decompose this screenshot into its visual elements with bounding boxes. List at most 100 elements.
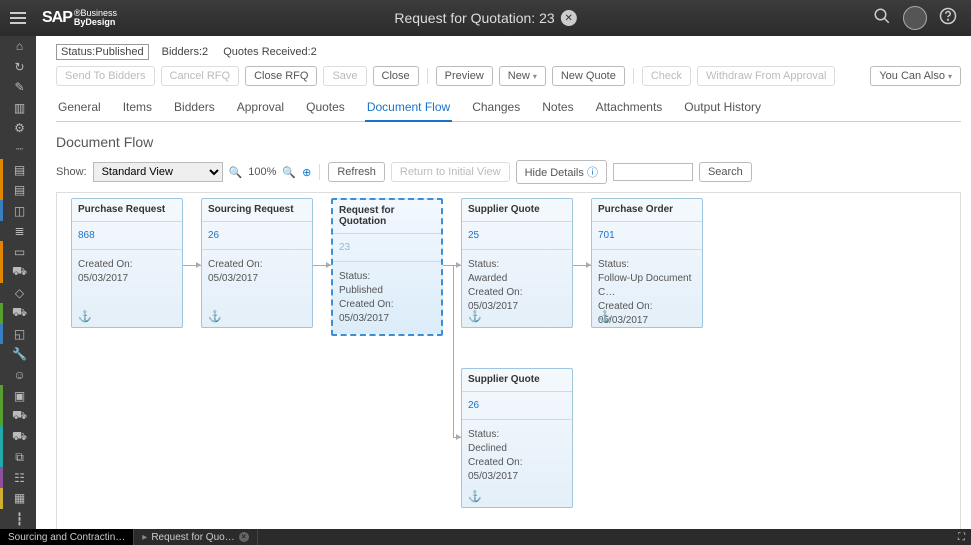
you-can-also-button[interactable]: You Can Also — [870, 66, 961, 86]
flow-arrow — [183, 265, 203, 266]
rail-calendar-icon[interactable]: ▦ — [0, 488, 36, 509]
node-title: Purchase Request — [72, 199, 182, 217]
rail-settings-icon[interactable]: ⚙ — [0, 118, 36, 139]
rail-truck4-icon[interactable]: ⛟ — [0, 426, 36, 447]
tab-document-flow[interactable]: Document Flow — [365, 94, 452, 122]
refresh-button[interactable]: Refresh — [328, 162, 385, 182]
rail-wrench-icon[interactable]: 🔧 — [0, 344, 36, 365]
footer-taskbar: Sourcing and Contractin… ▸ Request for Q… — [0, 529, 971, 545]
node-purchase-order[interactable]: Purchase Order 701 Status: Follow-Up Doc… — [591, 198, 703, 328]
rail-doc2-icon[interactable]: ▤ — [0, 180, 36, 201]
node-title: Sourcing Request — [202, 199, 312, 217]
hide-details-button[interactable]: Hide Details ⓘ — [516, 160, 607, 184]
node-title: Request for Quotation — [333, 200, 441, 229]
rail-box-icon[interactable]: ◫ — [0, 200, 36, 221]
rail-refresh-icon[interactable]: ↻ — [0, 57, 36, 78]
close-button[interactable]: Close — [373, 66, 419, 86]
rail-truck2-icon[interactable]: ⛟ — [0, 303, 36, 324]
zoom-out-icon[interactable]: 🔍 — [282, 166, 296, 179]
created-label: Created On: — [339, 298, 435, 312]
bidders-info: Bidders:2 — [162, 46, 208, 58]
created-value: 05/03/2017 — [208, 272, 306, 286]
expand-icon[interactable]: ⛶ — [952, 532, 971, 543]
anchor-icon[interactable]: ⚓ — [78, 310, 92, 323]
rail-person-icon[interactable]: ☺ — [0, 365, 36, 386]
check-button[interactable]: Check — [642, 66, 691, 86]
tab-quotes[interactable]: Quotes — [304, 94, 347, 121]
close-rfq-button[interactable]: Close RFQ — [245, 66, 317, 86]
node-supplier-quote-2[interactable]: Supplier Quote 26 Status: Declined Creat… — [461, 368, 573, 508]
anchor-icon[interactable]: ⚓ — [468, 310, 482, 323]
rail-doc1-icon[interactable]: ▤ — [0, 159, 36, 180]
view-select[interactable]: Standard View — [93, 162, 223, 182]
tab-attachments[interactable]: Attachments — [594, 94, 665, 121]
rail-cube-icon[interactable]: ◱ — [0, 324, 36, 345]
rail-graph-icon[interactable]: ┈ — [0, 139, 36, 160]
save-button[interactable]: Save — [323, 66, 366, 86]
close-task-icon[interactable]: ✕ — [239, 532, 249, 542]
avatar[interactable] — [903, 6, 927, 30]
node-title: Supplier Quote — [462, 199, 572, 217]
rail-copy-icon[interactable]: ⧉ — [0, 447, 36, 468]
help-icon[interactable] — [939, 7, 957, 30]
close-icon[interactable]: ✕ — [561, 10, 577, 26]
flow-toolbar: Show: Standard View 🔍 100% 🔍 ⊕ Refresh R… — [56, 158, 961, 192]
created-label: Created On: — [78, 258, 176, 272]
rail-box2-icon[interactable]: ▣ — [0, 385, 36, 406]
anchor-icon[interactable]: ⚓ — [468, 490, 482, 503]
return-initial-button[interactable]: Return to Initial View — [391, 162, 510, 182]
new-button[interactable]: New — [499, 66, 546, 86]
node-sourcing-request[interactable]: Sourcing Request 26 Created On: 05/03/20… — [201, 198, 313, 328]
node-link[interactable]: 26 — [202, 226, 312, 245]
status-value: Awarded — [468, 272, 566, 286]
rail-more-icon[interactable]: ┇ — [0, 509, 36, 530]
status-chip: Status:Published — [56, 44, 149, 60]
flow-search-input[interactable] — [613, 163, 693, 181]
tab-notes[interactable]: Notes — [540, 94, 575, 121]
app-header: SAP ®BusinessByDesign Request for Quotat… — [0, 0, 971, 36]
tab-general[interactable]: General — [56, 94, 103, 121]
separator — [633, 68, 634, 84]
node-link[interactable]: 701 — [592, 226, 702, 245]
status-label: Status: — [339, 270, 435, 284]
rail-list-icon[interactable]: ≣ — [0, 221, 36, 242]
search-icon[interactable] — [873, 7, 891, 30]
node-purchase-request[interactable]: Purchase Request 868 Created On: 05/03/2… — [71, 198, 183, 328]
tab-approval[interactable]: Approval — [235, 94, 286, 121]
rail-truck1-icon[interactable]: ⛟ — [0, 262, 36, 283]
send-to-bidders-button[interactable]: Send To Bidders — [56, 66, 155, 86]
page-title: Request for Quotation: 23 — [394, 10, 554, 26]
tab-items[interactable]: Items — [121, 94, 154, 121]
node-link[interactable]: 23 — [333, 238, 441, 257]
rail-tools-icon[interactable]: ✎ — [0, 77, 36, 98]
tabs: General Items Bidders Approval Quotes Do… — [56, 94, 961, 122]
node-supplier-quote-1[interactable]: Supplier Quote 25 Status: Awarded Create… — [461, 198, 573, 328]
node-request-for-quotation[interactable]: Request for Quotation 23 Status: Publish… — [331, 198, 443, 336]
menu-icon[interactable] — [0, 0, 36, 36]
anchor-icon[interactable]: ⚓ — [598, 310, 612, 323]
rail-card-icon[interactable]: ▭ — [0, 241, 36, 262]
task-rfq[interactable]: ▸ Request for Quo… ✕ — [134, 529, 257, 545]
node-link[interactable]: 26 — [462, 396, 572, 415]
node-link[interactable]: 868 — [72, 226, 182, 245]
fit-icon[interactable]: ⊕ — [302, 166, 311, 179]
tab-changes[interactable]: Changes — [470, 94, 522, 121]
new-quote-button[interactable]: New Quote — [552, 66, 625, 86]
flow-search-button[interactable]: Search — [699, 162, 752, 182]
tab-bidders[interactable]: Bidders — [172, 94, 217, 121]
anchor-icon[interactable]: ⚓ — [208, 310, 222, 323]
task-sourcing[interactable]: Sourcing and Contractin… — [0, 529, 134, 545]
rail-truck3-icon[interactable]: ⛟ — [0, 406, 36, 427]
zoom-in-icon[interactable]: 🔍 — [229, 166, 243, 179]
tab-output-history[interactable]: Output History — [682, 94, 763, 121]
status-value: Follow-Up Document C… — [598, 272, 696, 300]
rail-people-icon[interactable]: ☷ — [0, 467, 36, 488]
cancel-rfq-button[interactable]: Cancel RFQ — [161, 66, 240, 86]
rail-chart-icon[interactable]: ▥ — [0, 98, 36, 119]
rail-flow-icon[interactable]: ◇ — [0, 283, 36, 304]
withdraw-button[interactable]: Withdraw From Approval — [697, 66, 835, 86]
node-link[interactable]: 25 — [462, 226, 572, 245]
rail-home-icon[interactable]: ⌂ — [0, 36, 36, 57]
preview-button[interactable]: Preview — [436, 66, 493, 86]
show-label: Show: — [56, 166, 87, 178]
